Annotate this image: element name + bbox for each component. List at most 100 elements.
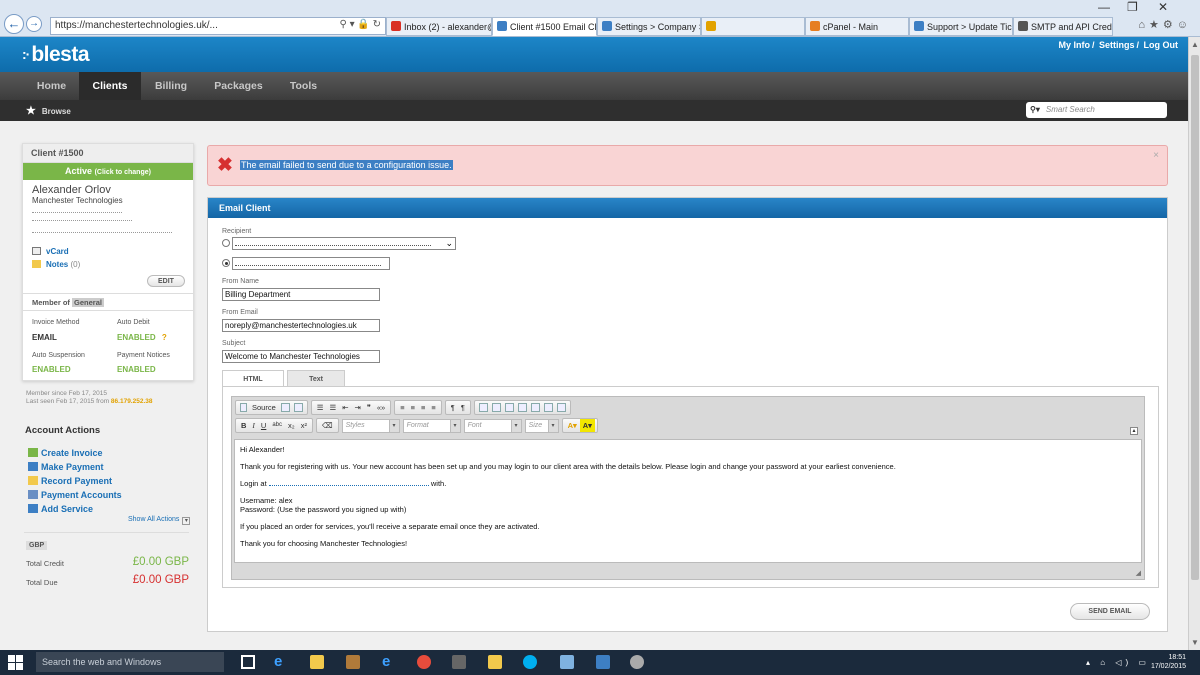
back-button[interactable]: ← [4, 14, 24, 34]
create-invoice-link[interactable]: Create Invoice [28, 448, 103, 458]
browser-tab[interactable]: Support > Update Ticket... [909, 17, 1013, 36]
restore-icon[interactable]: ❐ [1127, 0, 1138, 14]
resize-handle-icon[interactable]: ◢ [1136, 569, 1141, 577]
image-icon[interactable] [517, 403, 527, 412]
address-bar[interactable]: https://manchestertechnologies.uk/... ⚲ … [50, 17, 386, 35]
skype-icon[interactable] [523, 655, 537, 669]
indent-icon[interactable]: ⇥ [352, 401, 364, 414]
app-icon-2[interactable] [560, 655, 574, 669]
div-icon[interactable]: «» [374, 401, 388, 414]
superscript-button[interactable]: x² [298, 419, 310, 432]
ltr-icon[interactable]: ¶ [448, 401, 458, 414]
group-badge[interactable]: General [72, 298, 104, 307]
scroll-down-icon[interactable]: ▼ [1191, 638, 1199, 647]
edit-button[interactable]: EDIT [147, 275, 185, 287]
link-icon[interactable] [478, 403, 488, 412]
bullet-list-icon[interactable]: ☰ [327, 401, 340, 414]
app-icon[interactable] [452, 655, 466, 669]
align-left-icon[interactable]: ≡ [397, 401, 407, 414]
numbered-list-icon[interactable]: ☰ [314, 401, 327, 414]
recipient-radio-contact[interactable] [222, 239, 230, 247]
app-icon-3[interactable] [596, 655, 610, 669]
subject-input[interactable]: Welcome to Manchester Technologies [222, 350, 380, 363]
underline-button[interactable]: U [258, 419, 269, 432]
chrome-icon[interactable] [417, 655, 431, 669]
app-icon-4[interactable] [630, 655, 644, 669]
nav-tools[interactable]: Tools [276, 72, 331, 100]
make-payment-link[interactable]: Make Payment [28, 462, 104, 472]
source-button[interactable]: Source [249, 401, 279, 414]
login-link-redacted[interactable] [268, 479, 429, 486]
scroll-thumb[interactable] [1191, 55, 1199, 580]
page-scrollbar[interactable]: ▲ ▼ [1188, 37, 1200, 650]
browser-tab[interactable]: Inbox (2) - alexander@m... [386, 17, 492, 36]
minimize-icon[interactable]: — [1098, 0, 1110, 14]
email-body[interactable]: Hi Alexander! Thank you for registering … [234, 439, 1142, 563]
hr-icon[interactable] [543, 403, 553, 412]
scroll-up-icon[interactable]: ▲ [1191, 40, 1199, 49]
browser-icons[interactable]: ⌂★⚙☺ [1138, 18, 1192, 31]
settings-link[interactable]: Settings [1099, 40, 1135, 50]
tab-text[interactable]: Text [287, 370, 345, 387]
my-info-link[interactable]: My Info [1058, 40, 1090, 50]
logout-link[interactable]: Log Out [1144, 40, 1179, 50]
tab-html[interactable]: HTML [222, 370, 284, 387]
task-view-icon[interactable] [241, 655, 255, 669]
align-center-icon[interactable]: ≡ [408, 401, 418, 414]
blesta-logo[interactable]: :·blesta [22, 43, 90, 67]
browser-tab[interactable] [701, 17, 805, 36]
clock[interactable]: 18:51 17/02/2015 [1151, 653, 1186, 671]
format-select[interactable]: Format ▾ [402, 418, 461, 433]
blockquote-icon[interactable]: ❞ [364, 401, 374, 414]
collapse-toolbar-icon[interactable]: ▴ [1130, 427, 1138, 435]
close-window-icon[interactable]: ✕ [1158, 0, 1168, 14]
rtl-icon[interactable]: ¶ [458, 401, 468, 414]
bg-color-icon[interactable]: A▾ [579, 419, 595, 432]
smart-search-input[interactable]: ⚲▾ Smart Search [1026, 102, 1167, 118]
help-icon[interactable]: ? [162, 333, 167, 342]
strike-button[interactable]: abc [269, 419, 285, 432]
styles-select[interactable]: Styles ▾ [341, 418, 400, 433]
template-icon[interactable] [293, 403, 303, 412]
nav-clients[interactable]: Clients [79, 72, 141, 100]
browser-tab[interactable]: cPanel - Main [805, 17, 909, 36]
browser-tab[interactable]: SMTP and API Credentia... [1013, 17, 1113, 36]
recipient-select[interactable]: ⌄ [232, 237, 456, 250]
browser-tab[interactable]: Client #1500 Email Cli... [492, 17, 597, 36]
from-email-input[interactable]: noreply@manchestertechnologies.uk [222, 319, 380, 332]
browse-link[interactable]: ★ Browse [26, 104, 71, 117]
anchor-icon[interactable] [504, 403, 514, 412]
edge-icon[interactable]: e [382, 654, 396, 669]
nav-packages[interactable]: Packages [201, 72, 276, 100]
ie-icon[interactable]: e [274, 654, 288, 669]
show-all-actions[interactable]: Show All Actions ▾ [128, 516, 191, 525]
outdent-icon[interactable]: ⇤ [339, 401, 351, 414]
preview-icon[interactable] [280, 403, 290, 412]
close-icon[interactable]: × [1153, 150, 1159, 161]
windows-start-icon[interactable] [8, 655, 23, 670]
status-badge[interactable]: Active (Click to change) [23, 163, 193, 180]
record-payment-link[interactable]: Record Payment [28, 476, 112, 486]
align-right-icon[interactable]: ≡ [418, 401, 428, 414]
remove-format-icon[interactable]: ⌫ [319, 419, 336, 432]
size-select[interactable]: Size ▾ [524, 418, 559, 433]
add-service-link[interactable]: Add Service [28, 504, 93, 514]
notes-link[interactable]: Notes (0) [23, 258, 193, 271]
folder-icon[interactable] [488, 655, 502, 669]
email-redacted[interactable] [32, 227, 172, 233]
recipient-radio-custom[interactable] [222, 259, 230, 267]
text-color-icon[interactable]: A▾ [565, 419, 580, 432]
italic-button[interactable]: I [249, 419, 258, 432]
nav-billing[interactable]: Billing [141, 72, 201, 100]
from-name-input[interactable]: Billing Department [222, 288, 380, 301]
table-icon[interactable] [530, 403, 540, 412]
explorer-icon[interactable] [310, 655, 324, 669]
unlink-icon[interactable] [491, 403, 501, 412]
send-email-button[interactable]: SEND EMAIL [1070, 603, 1150, 620]
nav-home[interactable]: Home [24, 72, 79, 100]
payment-accounts-link[interactable]: Payment Accounts [28, 490, 122, 500]
browser-tab[interactable]: Settings > Company > E... [597, 17, 701, 36]
store-icon[interactable] [346, 655, 360, 669]
vcard-link[interactable]: vCard [23, 245, 193, 258]
taskbar-search[interactable]: Search the web and Windows [36, 652, 224, 672]
